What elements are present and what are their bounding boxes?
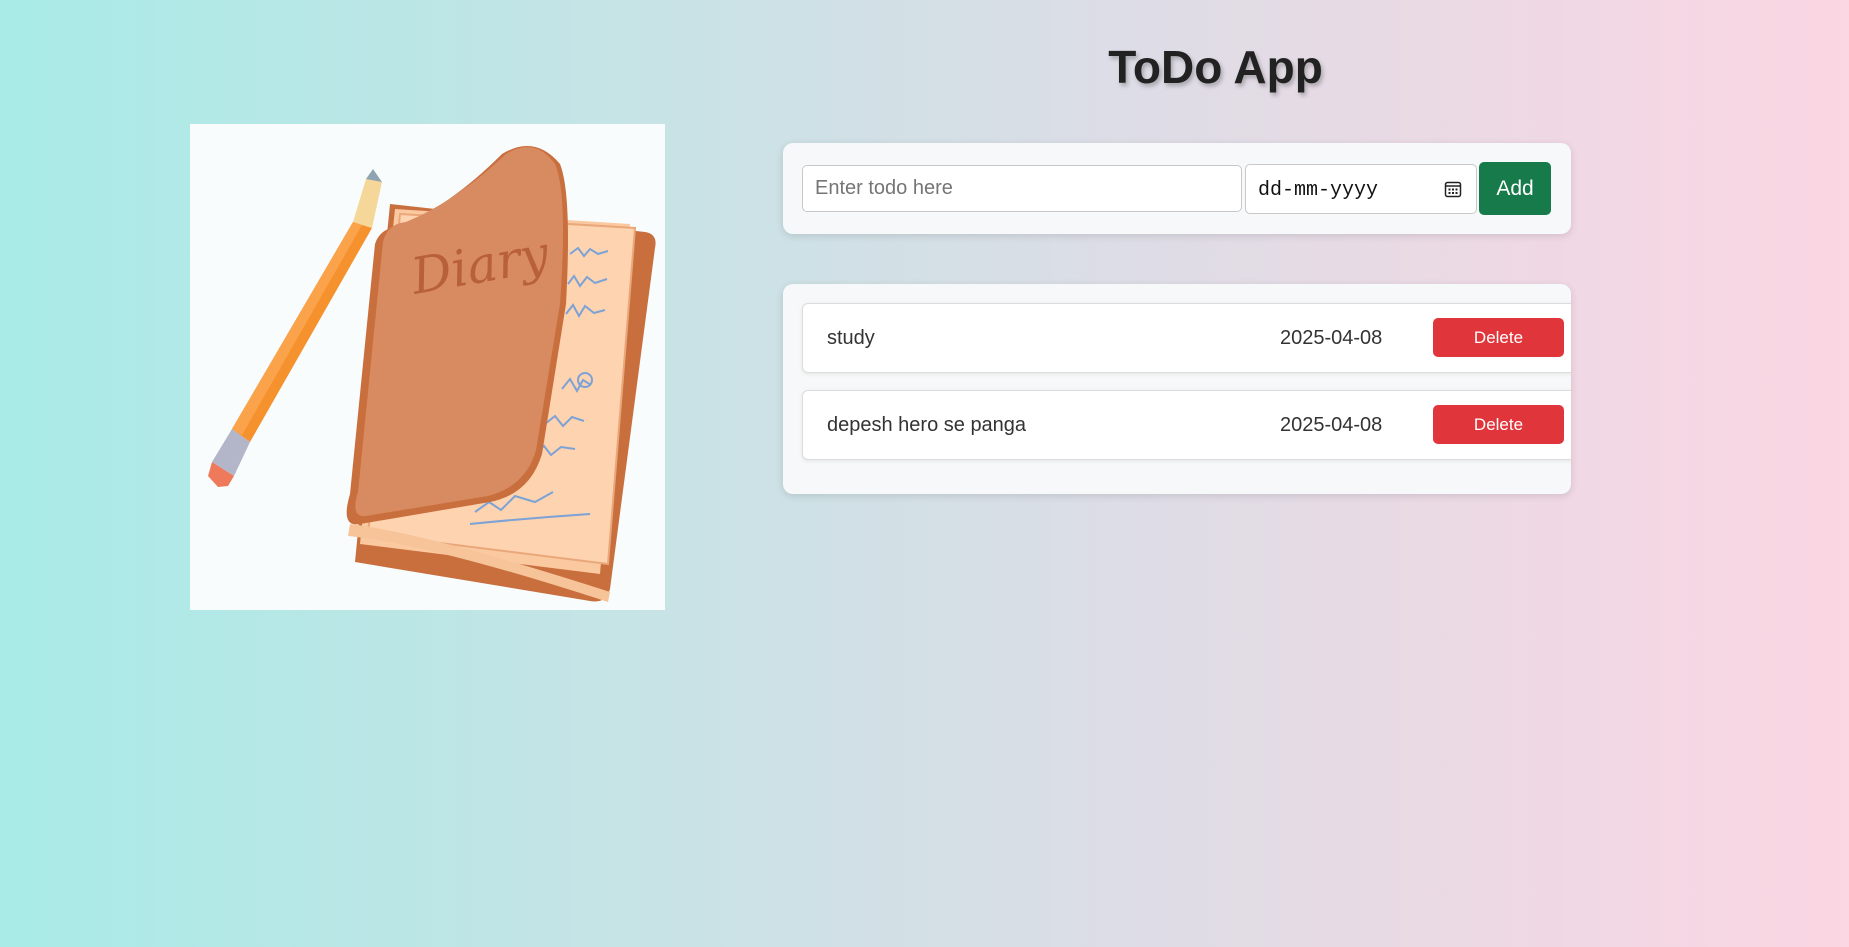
todo-form: dd-mm-yyyy Add bbox=[783, 143, 1571, 234]
date-input[interactable]: dd-mm-yyyy bbox=[1245, 164, 1477, 214]
add-button[interactable]: Add bbox=[1479, 162, 1551, 215]
todo-list: study 2025-04-08 Delete depesh hero se p… bbox=[783, 284, 1571, 494]
delete-button[interactable]: Delete bbox=[1433, 405, 1564, 444]
delete-button[interactable]: Delete bbox=[1433, 318, 1564, 357]
todo-item-date: 2025-04-08 bbox=[1280, 327, 1383, 349]
page-title: ToDo App bbox=[1108, 41, 1323, 93]
todo-text-input[interactable] bbox=[802, 165, 1242, 212]
todo-item-text: depesh hero se panga bbox=[827, 414, 1027, 436]
calendar-icon[interactable] bbox=[1444, 180, 1462, 198]
todo-item-date: 2025-04-08 bbox=[1280, 414, 1383, 436]
diary-illustration: Diary bbox=[190, 124, 665, 610]
todo-item: study 2025-04-08 Delete bbox=[802, 303, 1571, 373]
todo-item-text: study bbox=[827, 327, 875, 349]
date-input-placeholder: dd-mm-yyyy bbox=[1258, 179, 1379, 202]
todo-item: depesh hero se panga 2025-04-08 Delete bbox=[802, 390, 1571, 460]
